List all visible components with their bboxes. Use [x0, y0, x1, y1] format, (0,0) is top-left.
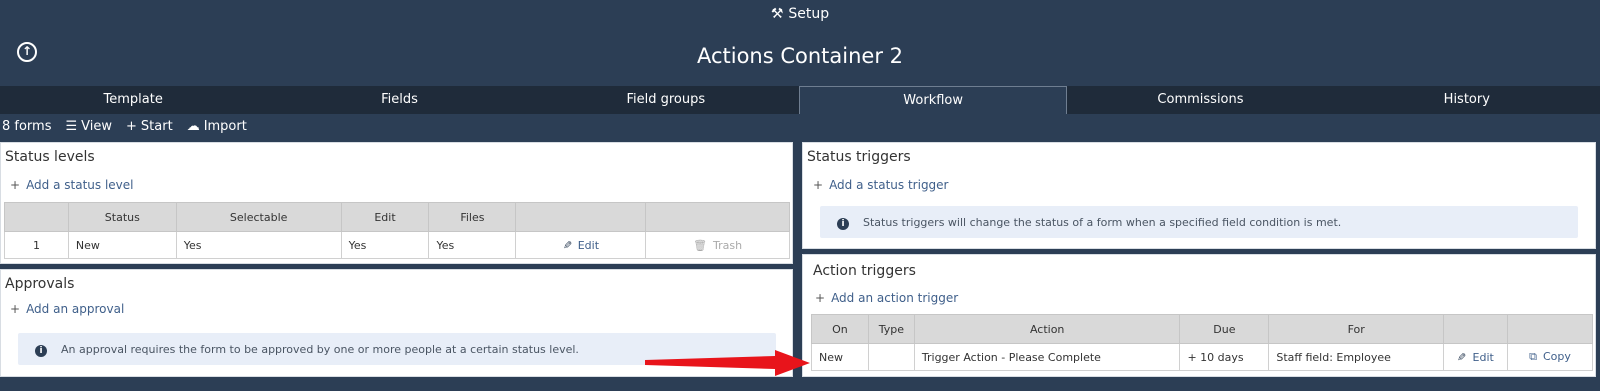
- column-header: Action: [913, 314, 1181, 344]
- column-header: [1443, 314, 1509, 344]
- column-header: [515, 202, 647, 232]
- view-label: View: [81, 119, 113, 134]
- column-header: Selectable: [175, 202, 342, 232]
- for-cell: Staff field: Employee: [1268, 343, 1445, 371]
- column-header: Due: [1179, 314, 1270, 344]
- tab-bar: Template Fields Field groups Workflow Co…: [0, 86, 1600, 114]
- column-header: [645, 202, 790, 232]
- plus-icon: +: [10, 178, 21, 192]
- status-levels-table: Status Selectable Edit Files 1 New Yes Y…: [4, 202, 790, 259]
- add-status-trigger-label: Add a status trigger: [829, 178, 949, 192]
- status-levels-title: Status levels: [5, 149, 95, 165]
- status-triggers-info-box: i Status triggers will change the status …: [820, 206, 1578, 238]
- tab-history[interactable]: History: [1334, 86, 1600, 114]
- copy-icon: ⧉: [1529, 350, 1537, 363]
- status-cell: New: [67, 231, 177, 259]
- add-status-level-link[interactable]: + Add a status level: [10, 178, 134, 192]
- table-row: 1 New Yes Yes Yes ✎ Edit 🗑 Trash: [4, 231, 790, 259]
- type-cell: [867, 343, 915, 371]
- plus-icon: +: [126, 119, 137, 134]
- status-triggers-title: Status triggers: [807, 149, 911, 165]
- action-triggers-table-wrap: On Type Action Due For New Trigger Actio…: [811, 314, 1593, 371]
- column-header: Type: [867, 314, 915, 344]
- info-icon: i: [35, 345, 47, 357]
- import-button[interactable]: ☁ Import: [187, 114, 247, 140]
- start-label: Start: [140, 119, 173, 134]
- setup-label[interactable]: ⚒ Setup: [0, 6, 1600, 22]
- action-triggers-title: Action triggers: [813, 263, 916, 279]
- column-header: [4, 202, 69, 232]
- import-label: Import: [203, 119, 247, 134]
- tab-template[interactable]: Template: [0, 86, 266, 114]
- add-status-level-label: Add a status level: [26, 178, 134, 192]
- column-header: [1507, 314, 1593, 344]
- header: ⚒ Setup ↑ Actions Container 2: [0, 0, 1600, 86]
- column-header: On: [811, 314, 869, 344]
- pencil-icon: ✎: [562, 238, 572, 252]
- row-number: 1: [4, 231, 69, 259]
- copy-button[interactable]: ⧉ Copy: [1507, 343, 1593, 371]
- action-triggers-table: On Type Action Due For New Trigger Actio…: [811, 314, 1593, 371]
- toolbar: 8 forms ☰ View + Start ☁ Import: [0, 114, 1600, 140]
- start-button[interactable]: + Start: [126, 114, 173, 140]
- edit-button[interactable]: ✎ Edit: [515, 231, 647, 259]
- pencil-icon: ✎: [1457, 350, 1467, 364]
- edit-label: Edit: [1472, 350, 1494, 364]
- approvals-title: Approvals: [5, 276, 75, 292]
- trash-icon: 🗑: [693, 238, 708, 252]
- add-approval-link[interactable]: + Add an approval: [10, 302, 124, 316]
- table-row: New Trigger Action - Please Complete + 1…: [811, 343, 1593, 371]
- plus-icon: +: [10, 302, 21, 316]
- copy-label: Copy: [1542, 350, 1571, 363]
- page-title: Actions Container 2: [696, 44, 904, 68]
- column-header: For: [1268, 314, 1445, 344]
- action-triggers-panel: Action triggers + Add an action trigger O…: [802, 254, 1596, 377]
- setup-text: Setup: [788, 6, 830, 22]
- edit-cell: Yes: [340, 231, 430, 259]
- add-action-trigger-link[interactable]: + Add an action trigger: [815, 291, 958, 305]
- plus-icon: +: [815, 291, 826, 305]
- red-arrow-annotation: [645, 350, 810, 376]
- tab-field-groups[interactable]: Field groups: [533, 86, 799, 114]
- edit-label: Edit: [577, 238, 600, 252]
- table-header-row: On Type Action Due For: [811, 314, 1593, 344]
- status-triggers-panel: Status triggers + Add a status trigger i S…: [802, 142, 1596, 249]
- due-cell: + 10 days: [1179, 343, 1270, 371]
- status-triggers-info-text: Status triggers will change the status o…: [863, 216, 1342, 229]
- add-action-trigger-label: Add an action trigger: [831, 291, 959, 305]
- action-cell: Trigger Action - Please Complete: [913, 343, 1181, 371]
- list-icon: ☰: [65, 119, 78, 134]
- column-header: Edit: [340, 202, 430, 232]
- tab-fields[interactable]: Fields: [266, 86, 532, 114]
- view-button[interactable]: ☰ View: [66, 114, 113, 140]
- tab-commissions[interactable]: Commissions: [1067, 86, 1333, 114]
- forms-count: 8 forms: [2, 119, 52, 134]
- trash-label: Trash: [713, 238, 743, 252]
- edit-button[interactable]: ✎ Edit: [1443, 343, 1509, 371]
- approvals-info-text: An approval requires the form to be appr…: [61, 343, 579, 356]
- trash-button[interactable]: 🗑 Trash: [645, 231, 790, 259]
- selectable-cell: Yes: [175, 231, 342, 259]
- add-status-trigger-link[interactable]: + Add a status trigger: [813, 178, 949, 192]
- tools-icon: ⚒: [770, 6, 784, 22]
- cloud-upload-icon: ☁: [186, 119, 200, 134]
- on-cell: New: [811, 343, 869, 371]
- table-header-row: Status Selectable Edit Files: [4, 202, 790, 232]
- column-header: Status: [67, 202, 177, 232]
- status-levels-panel: Status levels + Add a status level Status…: [0, 142, 793, 264]
- tab-workflow[interactable]: Workflow: [798, 86, 1068, 114]
- column-header: Files: [428, 202, 517, 232]
- plus-icon: +: [813, 178, 824, 192]
- files-cell: Yes: [428, 231, 517, 259]
- add-approval-label: Add an approval: [26, 302, 125, 316]
- info-icon: i: [837, 218, 849, 230]
- status-levels-table-wrap: Status Selectable Edit Files 1 New Yes Y…: [4, 202, 790, 259]
